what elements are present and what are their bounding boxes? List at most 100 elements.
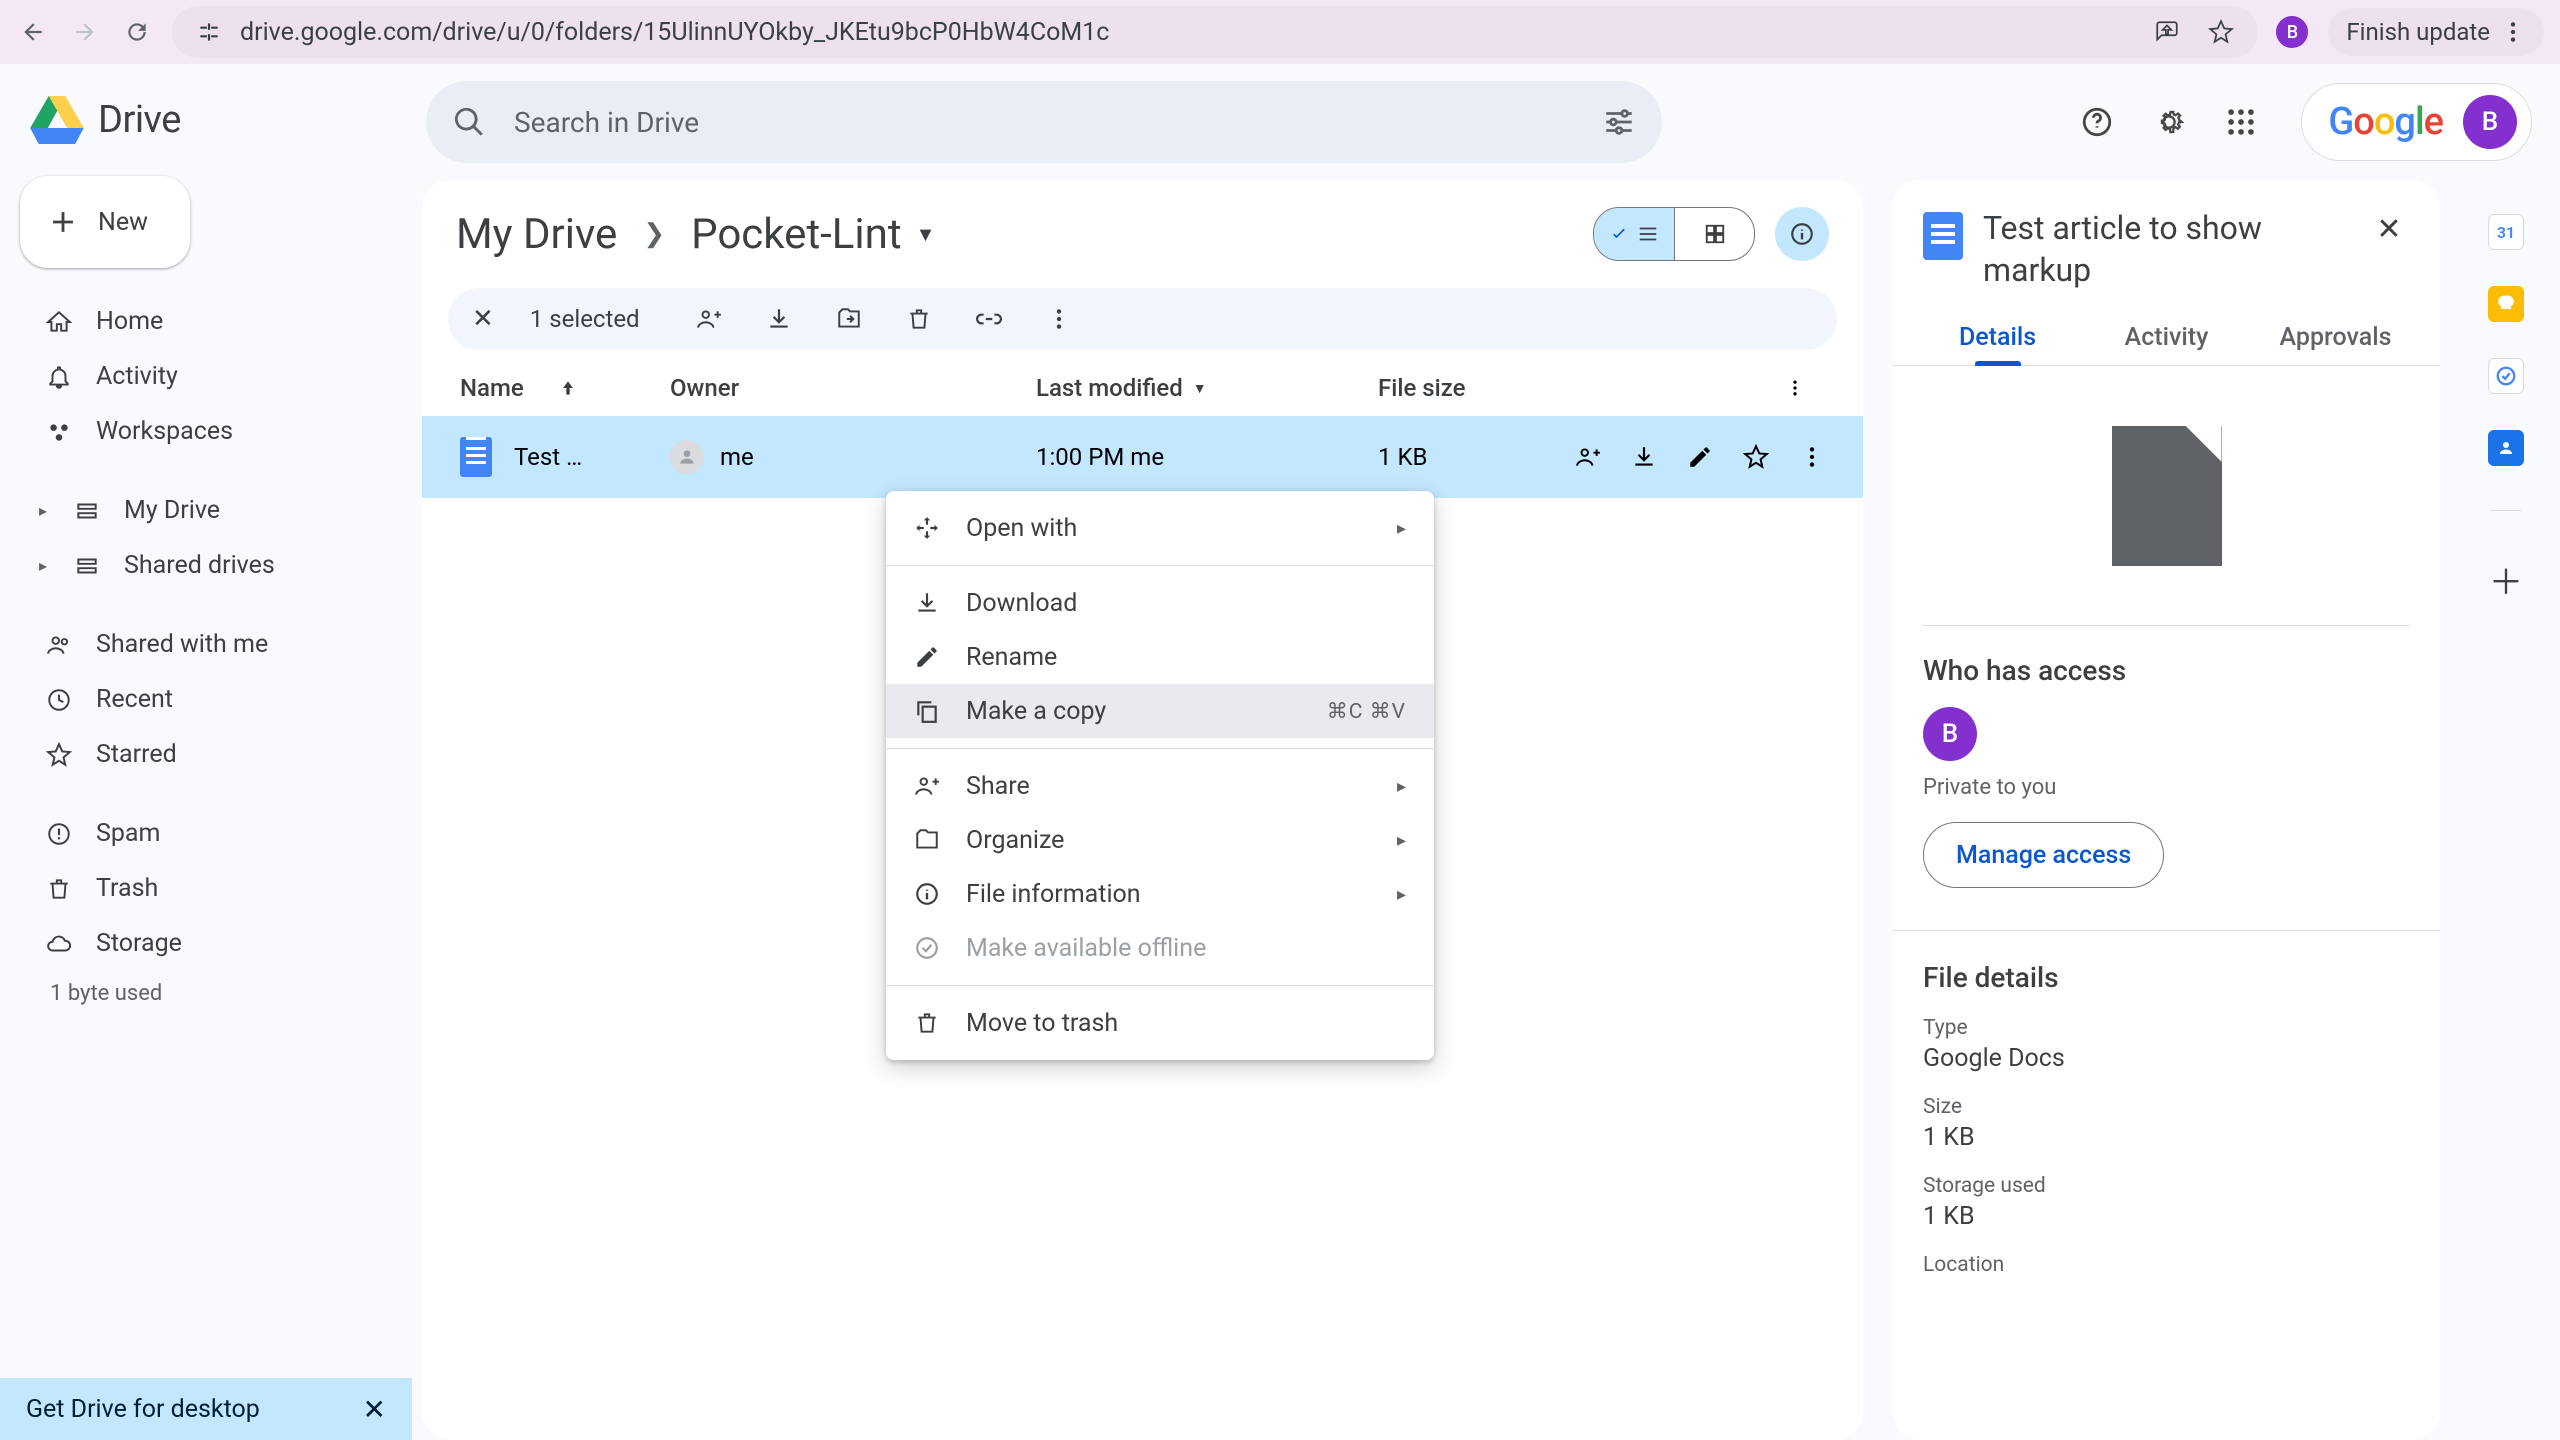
ctx-make-a-copy[interactable]: Make a copy⌘C ⌘V (886, 684, 1434, 738)
sidebar-item-recent[interactable]: Recent (20, 672, 402, 727)
column-modified[interactable]: Last modified (1036, 374, 1183, 402)
owner-avatar-icon (670, 440, 704, 474)
chevron-down-icon[interactable]: ▼ (1193, 380, 1207, 397)
tab-approvals[interactable]: Approvals (2251, 309, 2420, 365)
address-bar[interactable]: drive.google.com/drive/u/0/folders/15Uli… (172, 6, 2258, 58)
file-row[interactable]: Test … me 1:00 PM me 1 KB (422, 416, 1863, 498)
location-label: Location (1923, 1253, 2410, 1277)
spam-icon (46, 821, 72, 847)
offline-icon (914, 935, 940, 961)
bookmark-star-icon[interactable] (2208, 19, 2234, 45)
calendar-app-icon[interactable]: 31 (2488, 214, 2524, 250)
drive-logo[interactable]: Drive (20, 78, 402, 172)
sidebar-item-my-drive[interactable]: ▸My Drive (20, 483, 402, 538)
finish-update-button[interactable]: Finish update (2328, 8, 2544, 56)
owner-name: me (720, 443, 754, 471)
manage-access-button[interactable]: Manage access (1923, 822, 2164, 888)
browser-forward-button[interactable] (68, 15, 102, 49)
url-text: drive.google.com/drive/u/0/folders/15Uli… (240, 18, 1109, 47)
details-panel: Test article to show markup ✕ Details Ac… (1893, 180, 2440, 1440)
breadcrumb-root[interactable]: My Drive (456, 210, 617, 259)
row-rename-button[interactable] (1687, 444, 1713, 470)
add-addon-button[interactable]: ＋ (2489, 555, 2523, 604)
link-button[interactable] (976, 306, 1002, 332)
details-tabs: Details Activity Approvals (1893, 309, 2440, 366)
tab-activity[interactable]: Activity (2082, 309, 2251, 365)
toggle-details-button[interactable] (1775, 207, 1829, 261)
breadcrumb-current[interactable]: Pocket-Lint▼ (691, 210, 935, 259)
google-logo: Google (2328, 100, 2443, 144)
close-icon[interactable]: ✕ (363, 1393, 386, 1426)
type-value: Google Docs (1923, 1044, 2410, 1073)
site-settings-icon[interactable] (196, 19, 222, 45)
desktop-promo-banner[interactable]: Get Drive for desktop ✕ (0, 1378, 412, 1440)
list-view-button[interactable] (1594, 208, 1674, 260)
ctx-move-to-trash[interactable]: Move to trash (886, 996, 1434, 1050)
expand-caret-icon[interactable]: ▸ (36, 501, 50, 520)
sidebar-item-spam[interactable]: Spam (20, 806, 402, 861)
row-more-button[interactable] (1799, 444, 1825, 470)
row-download-button[interactable] (1631, 444, 1657, 470)
expand-caret-icon[interactable]: ▸ (36, 556, 50, 575)
search-filters-icon[interactable] (1602, 105, 1636, 139)
download-button[interactable] (766, 306, 792, 332)
submenu-arrow-icon: ▸ (1397, 518, 1406, 539)
search-placeholder: Search in Drive (514, 106, 699, 139)
storage-used-label: 1 byte used (20, 981, 402, 1006)
column-size[interactable]: File size (1378, 374, 1465, 402)
ctx-organize[interactable]: Organize▸ (886, 813, 1434, 867)
row-share-button[interactable] (1575, 444, 1601, 470)
settings-button[interactable] (2147, 100, 2191, 144)
type-label: Type (1923, 1016, 2410, 1040)
browser-reload-button[interactable] (120, 15, 154, 49)
browser-back-button[interactable] (16, 15, 50, 49)
share-button[interactable] (696, 306, 722, 332)
storage-used-value: 1 KB (1923, 1202, 2410, 1231)
close-details-button[interactable]: ✕ (2368, 208, 2410, 250)
submenu-arrow-icon: ▸ (1397, 776, 1406, 797)
sidebar-item-workspaces[interactable]: Workspaces (20, 404, 402, 459)
chrome-profile-avatar[interactable]: B (2276, 16, 2308, 48)
sidebar-item-storage[interactable]: Storage (20, 916, 402, 971)
account-avatar[interactable]: B (2463, 95, 2517, 149)
new-button[interactable]: New (20, 176, 190, 268)
delete-button[interactable] (906, 306, 932, 332)
sidebar-item-starred[interactable]: Starred (20, 727, 402, 782)
drive-icon (74, 498, 100, 524)
grid-view-button[interactable] (1674, 208, 1754, 260)
contacts-app-icon[interactable] (2488, 430, 2524, 466)
more-actions-button[interactable] (1046, 306, 1072, 332)
ctx-download[interactable]: Download (886, 576, 1434, 630)
row-star-button[interactable] (1743, 444, 1769, 470)
clear-selection-button[interactable]: ✕ (472, 304, 494, 334)
file-details-heading: File details (1923, 961, 2410, 994)
access-owner-avatar[interactable]: B (1923, 707, 1977, 761)
ctx-rename[interactable]: Rename (886, 630, 1434, 684)
tab-details[interactable]: Details (1913, 309, 2082, 365)
install-app-icon[interactable] (2154, 19, 2180, 45)
column-options-button[interactable] (1785, 378, 1825, 398)
sidebar-item-shared-drives[interactable]: ▸Shared drives (20, 538, 402, 593)
clock-icon (46, 687, 72, 713)
sidebar-item-activity[interactable]: Activity (20, 349, 402, 404)
main-area: Search in Drive Google B My Drive ❯ Pock… (422, 64, 2560, 1440)
apps-button[interactable] (2219, 100, 2263, 144)
account-chip[interactable]: Google B (2301, 83, 2532, 161)
column-name[interactable]: Name (460, 374, 524, 402)
sidebar-item-shared-with-me[interactable]: Shared with me (20, 617, 402, 672)
sort-asc-icon[interactable] (558, 378, 578, 398)
ctx-share[interactable]: Share▸ (886, 759, 1434, 813)
sidebar-item-home[interactable]: Home (20, 294, 402, 349)
support-button[interactable] (2075, 100, 2119, 144)
sidebar-item-trash[interactable]: Trash (20, 861, 402, 916)
tasks-app-icon[interactable] (2488, 358, 2524, 394)
context-menu: Open with▸ Download Rename Make a copy⌘C… (886, 491, 1434, 1060)
ctx-open-with[interactable]: Open with▸ (886, 501, 1434, 555)
details-title: Test article to show markup (1983, 208, 2348, 291)
keep-app-icon[interactable] (2488, 286, 2524, 322)
column-owner[interactable]: Owner (670, 374, 739, 402)
search-input[interactable]: Search in Drive (426, 81, 1662, 163)
move-button[interactable] (836, 306, 862, 332)
ctx-file-information[interactable]: File information▸ (886, 867, 1434, 921)
submenu-arrow-icon: ▸ (1397, 830, 1406, 851)
